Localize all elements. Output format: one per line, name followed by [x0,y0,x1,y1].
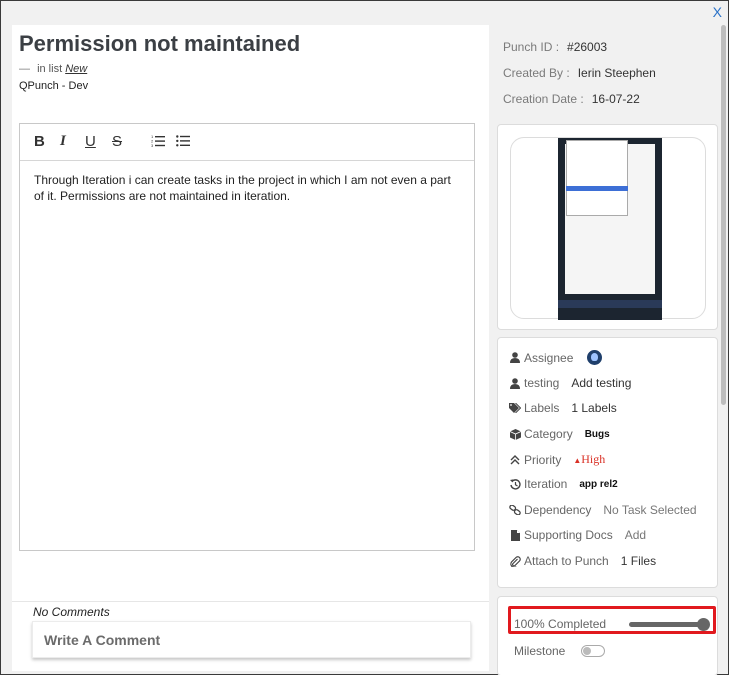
created-by-value: Ierin Steephen [577,66,656,80]
punch-id-value: #26003 [567,40,608,54]
creation-date-label: Creation Date : [503,92,584,106]
tags-icon [509,403,521,413]
description-editor: B I U S 123 Through Iteration i can crea… [19,123,475,551]
no-comments-label: No Comments [33,605,110,619]
comments-divider [12,601,489,602]
punch-id-label: Punch ID : [503,40,560,54]
paperclip-icon [509,555,521,567]
underline-button[interactable]: U [85,133,96,150]
user-icon [509,352,521,363]
assignee-row[interactable]: Assignee [509,350,603,365]
bold-button[interactable]: B [34,133,45,150]
attach-value[interactable]: 1 Files [621,554,656,568]
attachment-card [497,124,718,330]
task-detail-window: X Permission not maintained — in list Ne… [0,0,729,675]
user-icon [509,377,521,389]
created-by-label: Created By : [503,66,570,80]
creation-date-row: Creation Date : 16-07-22 [503,92,640,106]
svg-text:3: 3 [151,143,154,147]
assignee-label: Assignee [524,350,574,365]
supporting-docs-add[interactable]: Add [625,528,646,542]
list-prefix: in list [37,63,63,75]
attach-label: Attach to Punch [524,554,609,568]
priority-row[interactable]: Priority ▲High [509,452,605,467]
project-name: QPunch - Dev [19,80,89,92]
iteration-row[interactable]: Iteration app rel2 [509,477,618,491]
list-info: — in list New [19,63,87,75]
strikethrough-button[interactable]: S [112,133,122,150]
ordered-list-icon[interactable]: 123 [151,134,165,151]
dependency-row[interactable]: Dependency No Task Selected [509,503,697,517]
milestone-toggle[interactable] [581,645,605,657]
double-chevron-up-icon [509,454,521,465]
task-title[interactable]: Permission not maintained [19,31,300,57]
close-button[interactable]: X [713,4,722,20]
scrollbar[interactable] [721,25,726,405]
attachment-image [558,138,662,320]
task-side-panel: Punch ID : #26003 Created By : Ierin Steep… [489,25,725,675]
iteration-value[interactable]: app rel2 [579,479,617,490]
punch-id-row: Punch ID : #26003 [503,40,607,54]
bullet-list-icon[interactable] [176,134,190,151]
priority-label: Priority [524,452,562,467]
milestone-label: Milestone [514,644,566,658]
dependency-value[interactable]: No Task Selected [603,503,696,517]
labels-label: Labels [524,401,560,415]
category-row[interactable]: Category Bugs [509,427,610,441]
dash-icon: — [19,63,30,75]
testing-label: testing [524,376,560,390]
history-icon [509,478,521,490]
link-icon [509,505,521,515]
priority-text: High [581,452,606,466]
highlight-box [508,606,716,634]
created-by-row: Created By : Ierin Steephen [503,66,656,80]
italic-button[interactable]: I [60,133,66,150]
attachment-preview[interactable] [510,137,706,320]
cube-icon [509,428,521,440]
priority-value[interactable]: ▲High [573,452,605,467]
supporting-docs-row[interactable]: Supporting Docs Add [509,528,646,542]
supporting-docs-label: Supporting Docs [524,528,613,542]
progress-card: 100% Completed Milestone [497,596,718,675]
file-icon [509,529,521,541]
add-testing-link[interactable]: Add testing [571,376,631,390]
testing-row[interactable]: testing Add testing [509,376,631,390]
description-text[interactable]: Through Iteration i can create tasks in … [20,161,474,215]
labels-value[interactable]: 1 Labels [571,401,616,415]
editor-toolbar: B I U S 123 [20,124,474,161]
dependency-label: Dependency [524,503,592,517]
assignee-avatar[interactable] [587,350,603,365]
list-link[interactable]: New [65,63,87,75]
comment-input[interactable]: Write A Comment [32,621,471,658]
task-main-panel: Permission not maintained — in list New … [12,25,489,671]
category-label: Category [524,427,573,441]
category-value[interactable]: Bugs [585,429,610,440]
attach-row[interactable]: Attach to Punch 1 Files [509,554,656,568]
details-card: Assignee testing Add testing Labels 1 La… [497,337,718,588]
creation-date-value: 16-07-22 [591,92,640,106]
iteration-label: Iteration [524,477,568,491]
labels-row[interactable]: Labels 1 Labels [509,401,617,415]
